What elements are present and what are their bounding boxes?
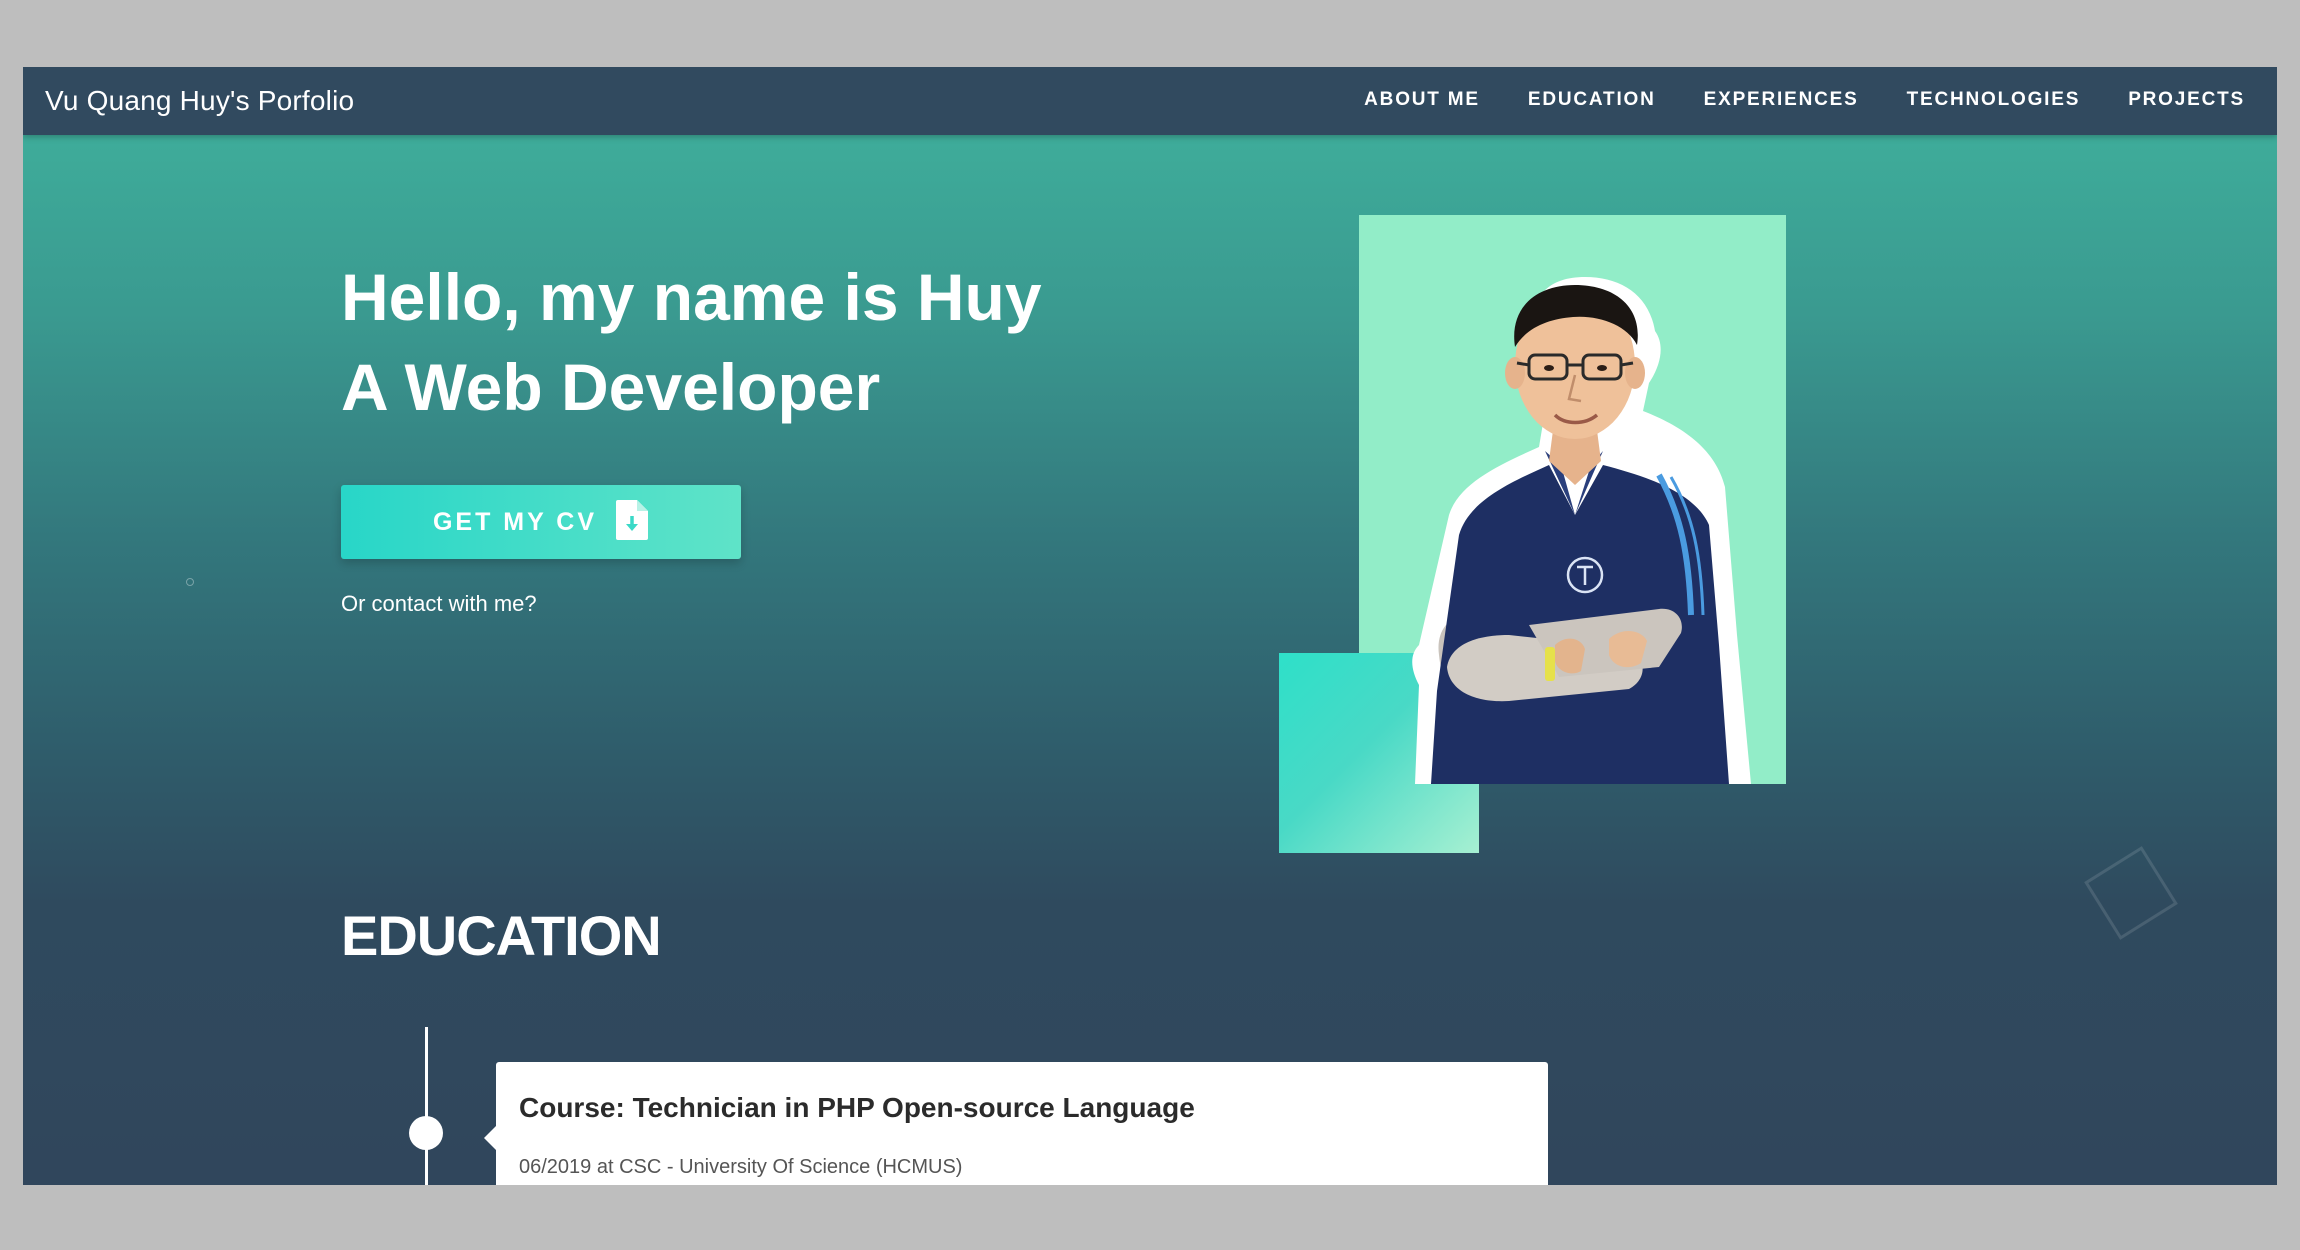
nav-link-education[interactable]: EDUCATION [1528, 89, 1656, 111]
get-cv-label: GET MY CV [432, 507, 598, 536]
timeline-line [425, 1027, 428, 1185]
decorative-dot [186, 578, 194, 586]
education-section-title: EDUCATION [341, 904, 662, 967]
navbar: Vu Quang Huy's Porfolio ABOUT ME EDUCATI… [23, 67, 2277, 135]
nav-link-projects[interactable]: PROJECTS [2128, 89, 2245, 111]
nav-link-experiences[interactable]: EXPERIENCES [1704, 89, 1859, 111]
hero-heading: Hello, my name is Huy A Web Developer [341, 252, 1042, 432]
education-card-title: Course: Technician in PHP Open-source La… [519, 1092, 1195, 1123]
get-cv-button[interactable]: GET MY CV [341, 485, 741, 559]
nav-link-about-me[interactable]: ABOUT ME [1364, 89, 1480, 111]
contact-link[interactable]: Or contact with me? [341, 591, 537, 617]
hero-greeting: Hello, my name is Huy [341, 260, 1042, 334]
nav-menu: ABOUT ME EDUCATION EXPERIENCES TECHNOLOG… [1364, 89, 2245, 111]
browser-viewport: Vu Quang Huy's Porfolio ABOUT ME EDUCATI… [23, 67, 2277, 1185]
education-card[interactable]: Course: Technician in PHP Open-source La… [484, 1062, 1548, 1185]
file-download-icon [615, 499, 649, 546]
decorative-square [2084, 846, 2178, 940]
education-card-subtitle: 06/2019 at CSC - University Of Science (… [519, 1156, 963, 1178]
card-pointer [484, 1126, 496, 1150]
profile-photo [1412, 277, 1751, 784]
timeline-node [409, 1116, 443, 1150]
nav-link-technologies[interactable]: TECHNOLOGIES [1907, 89, 2081, 111]
site-brand[interactable]: Vu Quang Huy's Porfolio [45, 85, 354, 117]
hero-role: A Web Developer [341, 350, 881, 424]
